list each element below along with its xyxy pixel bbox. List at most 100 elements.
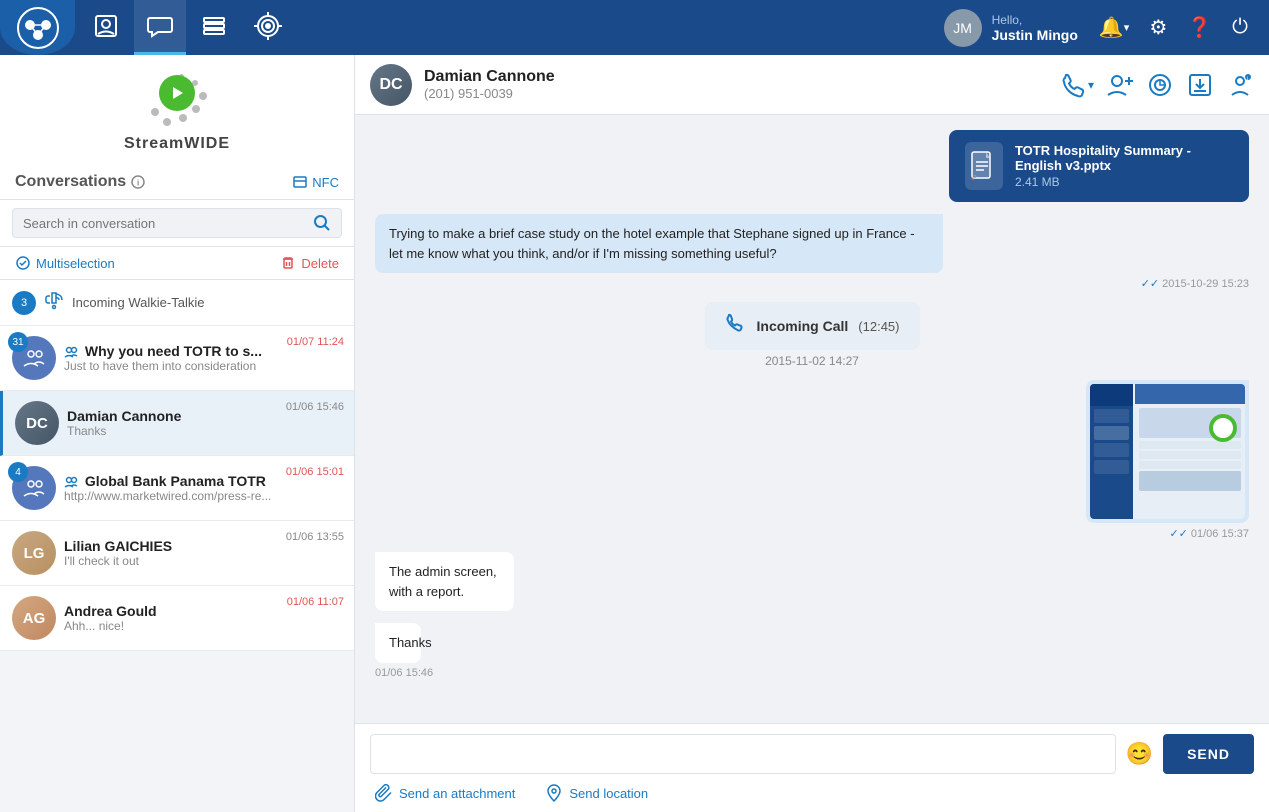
nav-right-actions: 🔔▾ ⚙ ❓ ⏻ bbox=[1093, 11, 1269, 44]
chat-contact-phone: (201) 951-0039 bbox=[424, 86, 1060, 101]
conv-last-msg: Ahh... nice! bbox=[64, 619, 334, 633]
play-button[interactable] bbox=[159, 75, 195, 111]
conv-last-msg: http://www.marketwired.com/press-re... bbox=[64, 489, 334, 503]
attachment-label: Send an attachment bbox=[399, 786, 515, 801]
chat-header: DC Damian Cannone (201) 951-0039 ▾ bbox=[355, 55, 1269, 115]
call-duration: (12:45) bbox=[858, 319, 899, 334]
message-row: ✓✓ 01/06 15:37 bbox=[375, 380, 1249, 540]
list-item[interactable]: 31 Why you need TOTR to s... Just to hav… bbox=[0, 326, 354, 391]
list-item[interactable]: DC Damian Cannone Thanks 01/06 15:46 bbox=[0, 391, 354, 456]
emoji-button[interactable]: 😊 bbox=[1126, 741, 1153, 767]
settings-btn[interactable]: ⚙ bbox=[1143, 11, 1173, 44]
message-row: Trying to make a brief case study on the… bbox=[375, 214, 1249, 290]
conversation-list: 3 Incoming Walkie-Talkie bbox=[0, 280, 354, 812]
list-item[interactable]: 4 Global Bank Panama TOTR http://www.mar… bbox=[0, 456, 354, 521]
chat-actions-row: Send an attachment Send location bbox=[370, 784, 1254, 802]
nav-user-name: Justin Mingo bbox=[992, 27, 1078, 43]
read-receipt-icon: ✓✓ bbox=[1169, 527, 1187, 540]
conv-avatar: DC bbox=[15, 401, 59, 445]
conversations-title: Conversations i bbox=[15, 173, 292, 191]
nav-target[interactable] bbox=[242, 0, 294, 55]
image-message[interactable] bbox=[1086, 380, 1249, 523]
search-input[interactable] bbox=[23, 216, 313, 231]
conv-time: 01/07 11:24 bbox=[287, 336, 344, 348]
message-text: Trying to make a brief case study on the… bbox=[389, 226, 915, 261]
conv-time: 01/06 13:55 bbox=[286, 531, 344, 543]
file-icon: P bbox=[965, 142, 1003, 190]
search-bar bbox=[0, 200, 354, 247]
attachment-button[interactable]: Send an attachment bbox=[375, 784, 515, 802]
conv-last-msg: Just to have them into consideration bbox=[64, 359, 334, 373]
call-icon bbox=[725, 312, 747, 340]
nfc-button[interactable]: NFC bbox=[292, 174, 339, 190]
main-area: StreamWIDE Conversations i NFC bbox=[0, 55, 1269, 812]
message-bubble: The admin screen, with a report. bbox=[375, 552, 514, 611]
messages-area: P TOTR Hospitality Summary - English v3.… bbox=[355, 115, 1269, 723]
add-user-button[interactable] bbox=[1106, 71, 1134, 99]
chat-contact-avatar: DC bbox=[370, 64, 412, 106]
unread-badge: 4 bbox=[8, 462, 28, 482]
message-time: ✓✓ 01/06 15:37 bbox=[1086, 527, 1249, 540]
file-message: P TOTR Hospitality Summary - English v3.… bbox=[949, 130, 1249, 202]
brand-name: StreamWIDE bbox=[124, 135, 230, 153]
search-input-wrap bbox=[12, 208, 342, 238]
chat-header-info: Damian Cannone (201) 951-0039 bbox=[424, 68, 1060, 101]
send-button[interactable]: SEND bbox=[1163, 734, 1254, 774]
search-icon bbox=[313, 214, 331, 232]
nav-history[interactable] bbox=[188, 0, 240, 55]
walkie-label: Incoming Walkie-Talkie bbox=[72, 295, 204, 310]
message-time: ✓✓ 2015-10-29 15:23 bbox=[375, 277, 1249, 290]
list-item[interactable]: AG Andrea Gould Ahh... nice! 01/06 11:07 bbox=[0, 586, 354, 651]
call-button[interactable]: ▾ bbox=[1060, 71, 1094, 99]
attachment-icon bbox=[375, 784, 393, 802]
message-row: The admin screen, with a report. bbox=[375, 552, 1249, 611]
delete-button[interactable]: Delete bbox=[280, 255, 339, 271]
call-bubble: Incoming Call (12:45) bbox=[705, 302, 920, 350]
conversations-header: Conversations i NFC bbox=[0, 163, 354, 200]
location-icon bbox=[545, 784, 563, 802]
call-time: 2015-11-02 14:27 bbox=[765, 354, 859, 368]
nav-user: JM Hello, Justin Mingo bbox=[929, 9, 1093, 47]
conv-avatar: 4 bbox=[12, 466, 56, 510]
conv-avatar: AG bbox=[12, 596, 56, 640]
svg-text:i: i bbox=[137, 179, 139, 188]
power-btn[interactable]: ⏻ bbox=[1226, 12, 1254, 43]
svg-text:i: i bbox=[1247, 76, 1248, 82]
conv-time: 01/06 11:07 bbox=[287, 596, 344, 608]
info-icon: i bbox=[131, 175, 145, 189]
message-text: Thanks bbox=[389, 635, 432, 650]
contact-info-button[interactable]: i bbox=[1226, 71, 1254, 99]
unread-badge: 31 bbox=[8, 332, 28, 352]
screenshot-thumbnail bbox=[1090, 384, 1245, 519]
multiselect-button[interactable]: Multiselection bbox=[15, 255, 280, 271]
conv-time: 01/06 15:01 bbox=[286, 466, 344, 478]
nav-contacts[interactable] bbox=[80, 0, 132, 55]
nav-chat[interactable] bbox=[134, 0, 186, 55]
call-label: Incoming Call bbox=[757, 318, 849, 334]
logo-animation bbox=[137, 70, 217, 130]
top-navbar: JM Hello, Justin Mingo 🔔▾ ⚙ ❓ ⏻ bbox=[0, 0, 1269, 55]
message-time: 01/06 15:46 bbox=[375, 667, 446, 679]
conv-last-msg: I'll check it out bbox=[64, 554, 334, 568]
conv-avatar: 31 bbox=[12, 336, 56, 380]
location-button[interactable]: Send location bbox=[545, 784, 648, 802]
conv-last-msg: Thanks bbox=[67, 424, 334, 438]
location-label: Send location bbox=[569, 786, 648, 801]
notifications-btn[interactable]: 🔔▾ bbox=[1093, 11, 1135, 44]
export-button[interactable] bbox=[1186, 71, 1214, 99]
list-item[interactable]: LG Lilian GAICHIES I'll check it out 01/… bbox=[0, 521, 354, 586]
delete-icon bbox=[280, 255, 296, 271]
status-button[interactable] bbox=[1146, 71, 1174, 99]
help-btn[interactable]: ❓ bbox=[1181, 11, 1218, 44]
list-item[interactable]: 3 Incoming Walkie-Talkie bbox=[0, 280, 354, 326]
chat-input-area: 😊 SEND Send an attachment Send location bbox=[355, 723, 1269, 812]
multiselect-bar: Multiselection Delete bbox=[0, 247, 354, 280]
app-logo bbox=[0, 0, 75, 55]
svg-text:P: P bbox=[972, 175, 977, 182]
message-text: The admin screen, with a report. bbox=[389, 564, 497, 599]
chat-area: DC Damian Cannone (201) 951-0039 ▾ bbox=[355, 55, 1269, 812]
walkie-icon bbox=[44, 290, 64, 315]
file-name: TOTR Hospitality Summary - English v3.pp… bbox=[1015, 143, 1233, 173]
call-event: Incoming Call (12:45) 2015-11-02 14:27 bbox=[375, 302, 1249, 368]
message-input[interactable] bbox=[370, 734, 1116, 774]
